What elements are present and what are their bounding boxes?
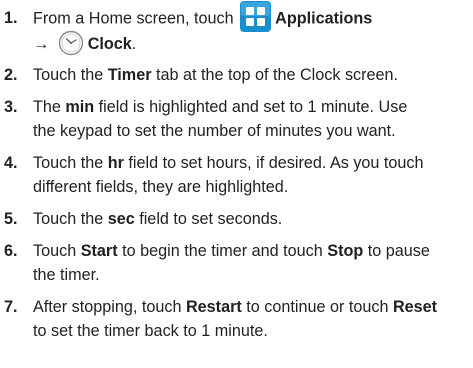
arrow-icon: →	[33, 35, 50, 53]
step-line: Touch the Timer tab at the top of the Cl…	[33, 63, 473, 87]
step-text: .	[131, 35, 137, 53]
step-text: Touch	[33, 242, 81, 260]
step-body: The min field is highlighted and set to …	[33, 95, 473, 143]
step-body: After stopping, touch Restart to continu…	[33, 295, 473, 343]
step-bold-term: hr	[107, 154, 124, 172]
step-line: the keypad to set the number of minutes …	[33, 122, 396, 140]
applications-grid-icon	[240, 1, 272, 32]
step-body: From a Home screen, touch Applications →	[33, 1, 473, 56]
step-bold-term: Start	[80, 242, 118, 260]
step-line: From a Home screen, touch Applications	[33, 1, 473, 32]
applications-label: Applications	[275, 9, 373, 28]
step-line: Touch Start to begin the timer and touch…	[33, 239, 473, 263]
step-line: the timer.	[33, 266, 100, 284]
step-body: Touch Start to begin the timer and touch…	[33, 239, 473, 287]
step-text: Touch the	[33, 154, 108, 172]
step-bold-term: sec	[107, 210, 135, 228]
step-line: After stopping, touch Restart to continu…	[33, 295, 473, 319]
step-bold-term: min	[65, 98, 95, 116]
step-body: Touch the hr field to set hours, if desi…	[33, 151, 473, 199]
step-text: field is highlighted and set to 1 minute…	[94, 98, 408, 116]
step-number: 3.	[4, 98, 18, 116]
step-line: The min field is highlighted and set to …	[33, 95, 473, 119]
step-text: tab at the top of the Clock screen.	[151, 66, 399, 84]
clock-icon	[58, 30, 84, 56]
step-text: From a Home screen, touch	[33, 9, 234, 28]
step-text: Touch the	[33, 210, 108, 228]
step-line: → Clock.	[33, 30, 473, 56]
step-number: 7.	[4, 298, 18, 316]
step-text: field to set hours, if desired. As you t…	[123, 154, 424, 172]
step-line: to set the timer back to 1 minute.	[33, 322, 268, 340]
step-text: to pause	[363, 242, 430, 260]
step-number: 2.	[4, 66, 18, 84]
step-text: field to set seconds.	[134, 210, 283, 228]
step-bold-term: Restart	[185, 298, 242, 316]
step-number: 6.	[4, 242, 18, 260]
step-line: different fields, they are highlighted.	[33, 178, 289, 196]
step-text: to begin the timer and touch	[117, 242, 328, 260]
step-body: Touch the sec field to set seconds.	[33, 207, 473, 231]
step-text: After stopping, touch	[33, 298, 186, 316]
step-bold-term: Stop	[327, 242, 364, 260]
step-number: 5.	[4, 210, 18, 228]
clock-label: Clock	[87, 35, 132, 53]
step-line: Touch the hr field to set hours, if desi…	[33, 151, 473, 175]
step-line: Touch the sec field to set seconds.	[33, 207, 473, 231]
step-body: Touch the Timer tab at the top of the Cl…	[33, 63, 473, 87]
step-bold-term: Reset	[392, 298, 438, 316]
step-text: Touch the	[33, 66, 108, 84]
step-text: to continue or touch	[241, 298, 393, 316]
step-bold-term: Timer	[107, 66, 152, 84]
step-number: 4.	[4, 154, 18, 172]
step-text: The	[33, 98, 66, 116]
step-number: 1.	[4, 9, 18, 27]
